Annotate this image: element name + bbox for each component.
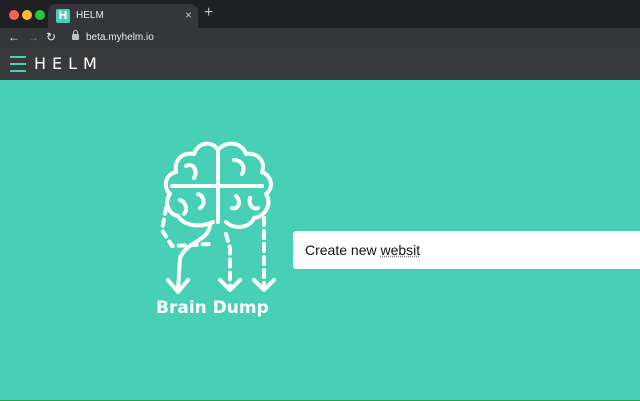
brain-dump-input[interactable]: Create new websit [293, 231, 640, 269]
brain-icon [163, 141, 273, 229]
close-tab-icon[interactable]: × [185, 8, 192, 22]
app-header: HELM [0, 48, 640, 80]
url-text[interactable]: beta.myhelm.io [86, 32, 154, 43]
browser-tab[interactable]: H HELM × [48, 4, 198, 28]
minimize-window-icon[interactable] [22, 10, 32, 20]
address-bar[interactable]: beta.myhelm.io [66, 30, 636, 46]
brand-logo[interactable]: HELM [34, 54, 103, 74]
new-tab-icon[interactable]: + [204, 4, 213, 22]
reload-icon[interactable]: ↻ [46, 30, 56, 45]
maximize-window-icon[interactable] [35, 10, 45, 20]
address-bar-row: ← → ↻ beta.myhelm.io [0, 28, 640, 48]
forward-arrow-icon[interactable]: → [27, 30, 39, 45]
input-value-prefix: Create new [305, 242, 381, 258]
helm-favicon-icon: H [56, 9, 70, 23]
hamburger-menu-icon[interactable] [10, 56, 26, 72]
tab-title: HELM [76, 10, 104, 21]
misspelled-word: websit [380, 242, 421, 258]
close-window-icon[interactable] [9, 10, 19, 20]
browser-tab-strip: H HELM × + [0, 0, 640, 28]
lock-icon[interactable] [72, 30, 79, 40]
back-arrow-icon[interactable]: ← [8, 30, 20, 45]
brain-dump-caption: Brain Dump [156, 298, 269, 318]
brain-dump-illustration [160, 141, 276, 294]
input-value[interactable]: Create new websit [305, 242, 420, 258]
